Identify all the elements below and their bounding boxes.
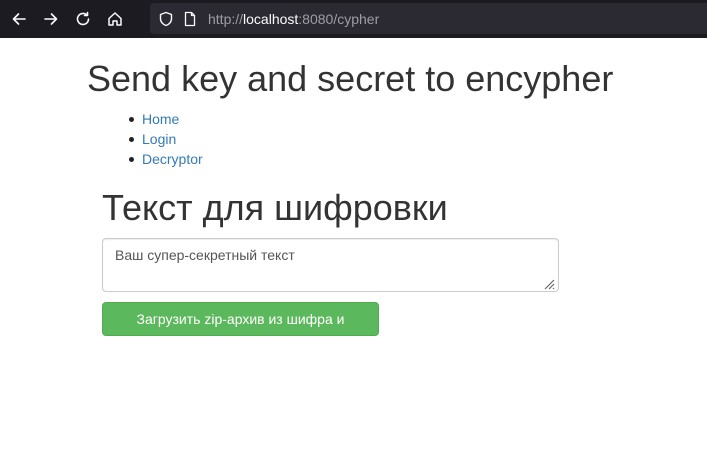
browser-toolbar: http://localhost:8080/cypher xyxy=(0,0,707,38)
nav-list: Home Login Decryptor xyxy=(129,109,203,169)
forward-arrow-icon xyxy=(44,13,58,25)
nav-link-login[interactable]: Login xyxy=(142,131,176,147)
home-button[interactable] xyxy=(101,5,129,33)
address-bar[interactable]: http://localhost:8080/cypher xyxy=(150,3,707,34)
url-prefix: http:// xyxy=(208,10,244,27)
page-title: Send key and secret to encypher xyxy=(87,58,614,99)
forward-button[interactable] xyxy=(37,5,65,33)
url-host: localhost xyxy=(243,10,299,27)
nav-item-decryptor: Decryptor xyxy=(129,149,203,169)
url-path: :8080/cypher xyxy=(298,10,380,27)
page-icon[interactable] xyxy=(182,11,198,27)
reload-button[interactable] xyxy=(69,5,97,33)
resize-grip-icon[interactable] xyxy=(543,278,555,290)
nav-link-home[interactable]: Home xyxy=(142,111,179,127)
secret-text-input[interactable] xyxy=(102,238,559,292)
url-text[interactable]: http://localhost:8080/cypher xyxy=(208,11,379,27)
reload-icon xyxy=(76,11,90,26)
nav-link-decryptor[interactable]: Decryptor xyxy=(142,151,203,167)
home-icon xyxy=(108,12,122,26)
download-zip-button[interactable]: Загрузить zip-архив из шифра и ключа xyxy=(102,302,379,347)
back-arrow-icon xyxy=(12,13,26,25)
nav-item-home: Home xyxy=(129,109,203,129)
back-button[interactable] xyxy=(5,5,33,33)
nav-item-login: Login xyxy=(129,129,203,149)
shield-icon[interactable] xyxy=(158,11,174,27)
section-title: Текст для шифровки xyxy=(102,187,448,228)
